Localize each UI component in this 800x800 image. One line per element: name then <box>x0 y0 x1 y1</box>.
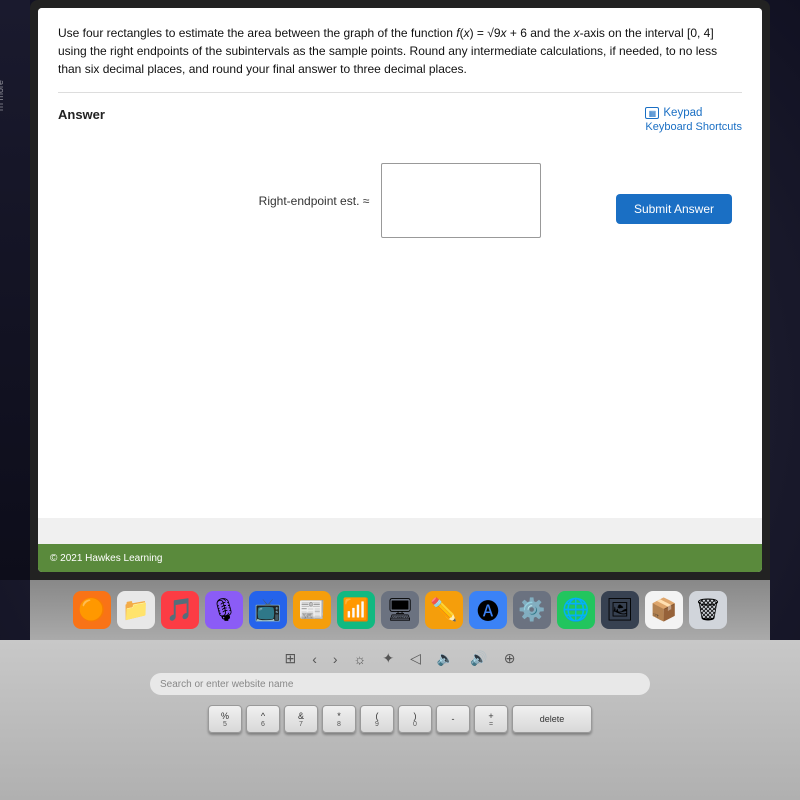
ctrl-icon-brightness[interactable]: ☼ <box>354 651 367 667</box>
key-asterisk[interactable]: *8 <box>322 705 356 733</box>
keyboard-row-1: %5 ^6 &7 *8 (9 )0 - += delete <box>208 705 592 733</box>
key-minus[interactable]: - <box>436 705 470 733</box>
key-ampersand[interactable]: &7 <box>284 705 318 733</box>
content-area: Use four rectangles to estimate the area… <box>38 8 762 518</box>
sidebar-decoration: rn more <box>0 80 5 111</box>
ctrl-icon-vol-up[interactable]: 🔊 <box>470 650 487 667</box>
address-text: Search or enter website name <box>160 679 293 690</box>
answer-header: Answer ▦ Keypad Keyboard Shortcuts <box>58 107 742 133</box>
key-delete[interactable]: delete <box>512 705 592 733</box>
ctrl-icon-forward[interactable]: › <box>333 651 338 667</box>
dock-icon-chrome[interactable]: 🌐 <box>557 591 595 629</box>
keypad-shortcuts-area: ▦ Keypad Keyboard Shortcuts <box>645 107 742 133</box>
submit-button[interactable]: Submit Answer <box>616 194 732 224</box>
key-percent[interactable]: %5 <box>208 705 242 733</box>
ctrl-icon-back[interactable]: ‹ <box>312 651 317 667</box>
left-sidebar: rn more <box>0 0 30 580</box>
answer-input-box[interactable] <box>381 163 541 238</box>
copyright-text: © 2021 Hawkes Learning <box>50 553 162 564</box>
dock-icon-podcasts[interactable]: 🎙 <box>205 591 243 629</box>
ctrl-icon-power[interactable]: ⊕ <box>504 650 516 667</box>
screen-bezel: Use four rectangles to estimate the area… <box>30 0 770 580</box>
keypad-label: Keypad <box>663 107 702 119</box>
dock-icon-roblox[interactable]: 📦 <box>645 591 683 629</box>
dock-icon-settings[interactable]: ⚙️ <box>513 591 551 629</box>
laptop-body: rn more Use four rectangles to estimate … <box>0 0 800 800</box>
dock-icon-finder[interactable]: 🟠 <box>73 591 111 629</box>
dock-icon-stocks[interactable]: 📶 <box>337 591 375 629</box>
dock: 🟠 📁 🎵 🎙 📺 📰 📶 🖥 ✏️ 🅐 ⚙️ 🌐 🖼 📦 🗑 <box>30 580 770 640</box>
footer-bar: © 2021 Hawkes Learning <box>38 544 762 572</box>
dock-icon-pages[interactable]: ✏️ <box>425 591 463 629</box>
dock-icon-tv[interactable]: 📺 <box>249 591 287 629</box>
answer-section: Answer ▦ Keypad Keyboard Shortcuts Right… <box>58 107 742 238</box>
dock-icon-display[interactable]: 🖥 <box>381 591 419 629</box>
dock-icon-news[interactable]: 📰 <box>293 591 331 629</box>
ctrl-icon-play[interactable]: ◁ <box>410 650 421 667</box>
keyboard-area: ⊞ ‹ › ☼ ✦ ◁ 🔈 🔊 ⊕ Search or enter websit… <box>0 640 800 800</box>
submit-area: Submit Answer <box>616 194 732 224</box>
section-divider <box>58 92 742 93</box>
answer-label: Answer <box>58 107 105 122</box>
dock-icon-appstore[interactable]: 🅐 <box>469 591 507 629</box>
address-bar[interactable]: Search or enter website name <box>150 673 650 695</box>
control-icons-row: ⊞ ‹ › ☼ ✦ ◁ 🔈 🔊 ⊕ <box>284 650 515 667</box>
key-plus[interactable]: += <box>474 705 508 733</box>
screen: Use four rectangles to estimate the area… <box>38 8 762 572</box>
dock-icon-trash[interactable]: 🗑 <box>689 591 727 629</box>
keypad-icon: ▦ <box>645 107 659 119</box>
key-lparen[interactable]: (9 <box>360 705 394 733</box>
key-caret[interactable]: ^6 <box>246 705 280 733</box>
keyboard-shortcuts-link[interactable]: Keyboard Shortcuts <box>645 121 742 133</box>
dock-icon-preview[interactable]: 🖼 <box>601 591 639 629</box>
key-rparen[interactable]: )0 <box>398 705 432 733</box>
input-label: Right-endpoint est. ≈ <box>259 194 370 208</box>
problem-text: Use four rectangles to estimate the area… <box>58 24 738 78</box>
keypad-button[interactable]: ▦ Keypad <box>645 107 742 119</box>
ctrl-icon-brightness2[interactable]: ✦ <box>382 650 394 667</box>
ctrl-icon-vol-down[interactable]: 🔈 <box>437 650 454 667</box>
ctrl-icon-new-tab[interactable]: ⊞ <box>284 650 296 667</box>
dock-icon-files[interactable]: 📁 <box>117 591 155 629</box>
dock-icon-music[interactable]: 🎵 <box>161 591 199 629</box>
